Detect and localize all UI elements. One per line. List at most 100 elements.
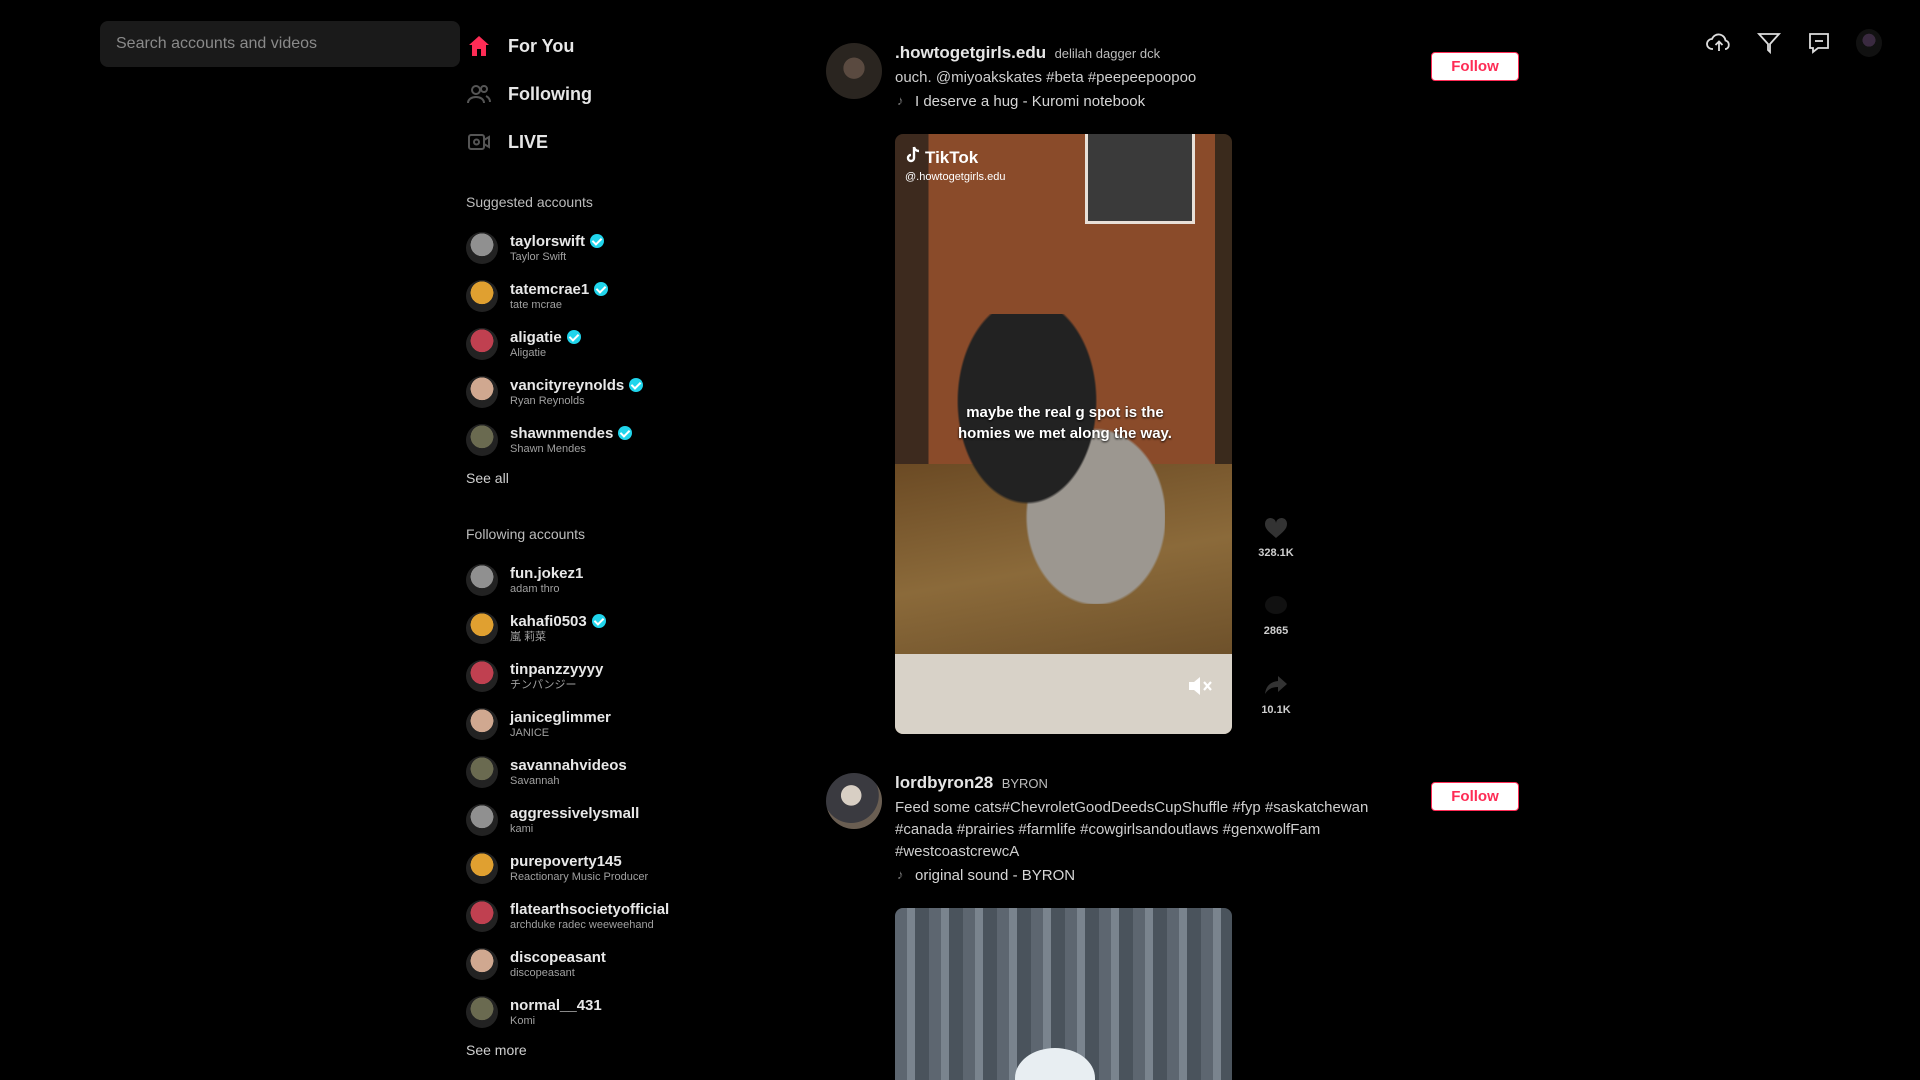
account-username-text: aggressivelysmall <box>510 804 640 822</box>
account-item[interactable]: aligatie Aligatie <box>466 320 786 368</box>
follow-button[interactable]: Follow <box>1431 52 1519 81</box>
following-accounts-title: Following accounts <box>466 526 586 542</box>
mute-icon[interactable] <box>1186 674 1214 698</box>
post-author-avatar[interactable] <box>826 773 882 829</box>
account-username: fun.jokez1 <box>510 565 583 582</box>
account-username-text: flatearthsocietyofficial <box>510 900 670 918</box>
account-username-text: discopeasant <box>510 948 606 966</box>
account-username: taylorswift <box>510 233 605 250</box>
avatar <box>466 328 498 360</box>
profile-avatar[interactable] <box>1856 29 1882 57</box>
post-author-avatar[interactable] <box>826 43 882 99</box>
account-username: purepoverty145 <box>510 853 648 870</box>
account-display-name: Savannah <box>510 774 560 787</box>
account-item[interactable]: normal__431 Komi <box>466 988 786 1036</box>
account-item[interactable]: fun.jokez1 adam thro <box>466 556 786 604</box>
account-username: tinpanzzyyyy <box>510 661 603 678</box>
post-author-name[interactable]: .howtogetgirls.edu <box>895 43 1046 62</box>
avatar <box>466 612 498 644</box>
account-display-name: Reactionary Music Producer <box>510 870 649 883</box>
post-body: .howtogetgirls.edu delilah dagger dck ou… <box>895 43 1415 110</box>
account-username: normal__431 <box>510 997 602 1014</box>
account-names: discopeasant discopeasant <box>510 949 606 980</box>
top-right-toolbar <box>1706 29 1882 57</box>
account-username: flatearthsocietyofficial <box>510 901 669 918</box>
account-display-name: JANICE <box>510 726 550 739</box>
account-item[interactable]: discopeasant discopeasant <box>466 940 786 988</box>
tiktok-logo-icon <box>905 146 921 169</box>
post-body: lordbyron28 BYRON Feed some cats#Chevrol… <box>895 773 1415 884</box>
live-icon <box>466 129 492 155</box>
home-icon <box>466 33 492 59</box>
account-display-name: tate mcrae <box>510 298 562 311</box>
see-all-link[interactable]: See all <box>466 470 509 486</box>
account-display-name: Aligatie <box>510 346 547 359</box>
verified-badge-icon <box>591 614 606 629</box>
account-display-name: kami <box>510 822 534 835</box>
account-display-name: Komi <box>510 1014 536 1027</box>
account-username-text: purepoverty145 <box>510 852 622 870</box>
search-box[interactable] <box>100 21 460 67</box>
share-icon[interactable] <box>1261 670 1291 700</box>
account-item[interactable]: savannahvideos Savannah <box>466 748 786 796</box>
post-author-nickname: BYRON <box>1001 776 1048 791</box>
like-action[interactable]: 328.1K <box>1252 513 1300 559</box>
comment-icon[interactable] <box>1261 591 1291 621</box>
watermark-handle: @.howtogetgirls.edu <box>905 171 1006 183</box>
post-sound[interactable]: original sound - BYRON <box>895 867 1415 884</box>
sidebar: For You Following LIVE Suggested account… <box>466 22 786 1060</box>
account-names: kahafi0503 嵐 莉菜 <box>510 613 606 644</box>
comment-action[interactable]: 2865 <box>1252 591 1300 637</box>
verified-badge-icon <box>629 378 644 393</box>
avatar <box>466 708 498 740</box>
tiktok-page: For You Following LIVE Suggested account… <box>0 0 1920 1080</box>
account-item[interactable]: shawnmendes Shawn Mendes <box>466 416 786 464</box>
nav-following[interactable]: Following <box>466 70 786 118</box>
nav-live[interactable]: LIVE <box>466 118 786 166</box>
video-player[interactable] <box>895 908 1232 1080</box>
see-more-link[interactable]: See more <box>466 1042 527 1058</box>
account-display-name: Shawn Mendes <box>510 442 586 455</box>
account-names: aggressivelysmall kami <box>510 805 639 836</box>
post-sound[interactable]: I deserve a hug - Kuromi notebook <box>895 93 1415 110</box>
account-names: purepoverty145 Reactionary Music Producer <box>510 853 648 884</box>
account-item[interactable]: purepoverty145 Reactionary Music Producer <box>466 844 786 892</box>
follow-button[interactable]: Follow <box>1431 782 1519 811</box>
video-player[interactable]: TikTok @.howtogetgirls.edu maybe the rea… <box>895 134 1232 734</box>
inbox-filter-icon[interactable] <box>1756 30 1782 56</box>
post-author-nickname: delilah dagger dck <box>1054 46 1161 61</box>
account-item[interactable]: taylorswift Taylor Swift <box>466 224 786 272</box>
nav-following-label: Following <box>508 83 592 104</box>
avatar <box>466 804 498 836</box>
nav-live-label: LIVE <box>508 131 549 152</box>
account-names: normal__431 Komi <box>510 997 602 1028</box>
following-accounts-list: fun.jokez1 adam thro kahafi0503 嵐 莉菜 tinpanz… <box>466 556 786 1036</box>
upload-icon[interactable] <box>1706 30 1732 56</box>
account-display-name: discopeasant <box>510 966 575 979</box>
account-item[interactable]: kahafi0503 嵐 莉菜 <box>466 604 786 652</box>
account-item[interactable]: flatearthsocietyofficial archduke radec w… <box>466 892 786 940</box>
post-caption: Feed some cats#ChevroletGoodDeedsCupShuf… <box>895 799 1369 860</box>
post-author-name[interactable]: lordbyron28 <box>895 773 993 792</box>
account-item[interactable]: janiceglimmer JANICE <box>466 700 786 748</box>
account-item[interactable]: tinpanzzyyyy チンパンジー <box>466 652 786 700</box>
account-item[interactable]: tatemcrae1 tate mcrae <box>466 272 786 320</box>
suggested-accounts-title: Suggested accounts <box>466 194 593 210</box>
messages-icon[interactable] <box>1806 30 1832 56</box>
heart-icon[interactable] <box>1261 513 1291 543</box>
avatar <box>466 756 498 788</box>
avatar <box>466 280 498 312</box>
account-item[interactable]: aggressivelysmall kami <box>466 796 786 844</box>
share-action[interactable]: 10.1K <box>1252 670 1300 716</box>
search-input[interactable] <box>116 35 460 53</box>
account-username-text: shawnmendes <box>510 424 614 442</box>
tiktok-watermark: TikTok @.howtogetgirls.edu <box>905 146 1005 183</box>
account-item[interactable]: vancityreynolds Ryan Reynolds <box>466 368 786 416</box>
nav-for-you[interactable]: For You <box>466 22 786 70</box>
video-overlay-text: maybe the real g spot is the homies we m… <box>958 404 1172 442</box>
account-display-name: Taylor Swift <box>510 250 567 263</box>
account-names: flatearthsocietyofficial archduke radec w… <box>510 901 669 932</box>
avatar <box>466 376 498 408</box>
account-display-name: 嵐 莉菜 <box>510 630 547 643</box>
account-display-name: チンパンジー <box>510 678 577 691</box>
